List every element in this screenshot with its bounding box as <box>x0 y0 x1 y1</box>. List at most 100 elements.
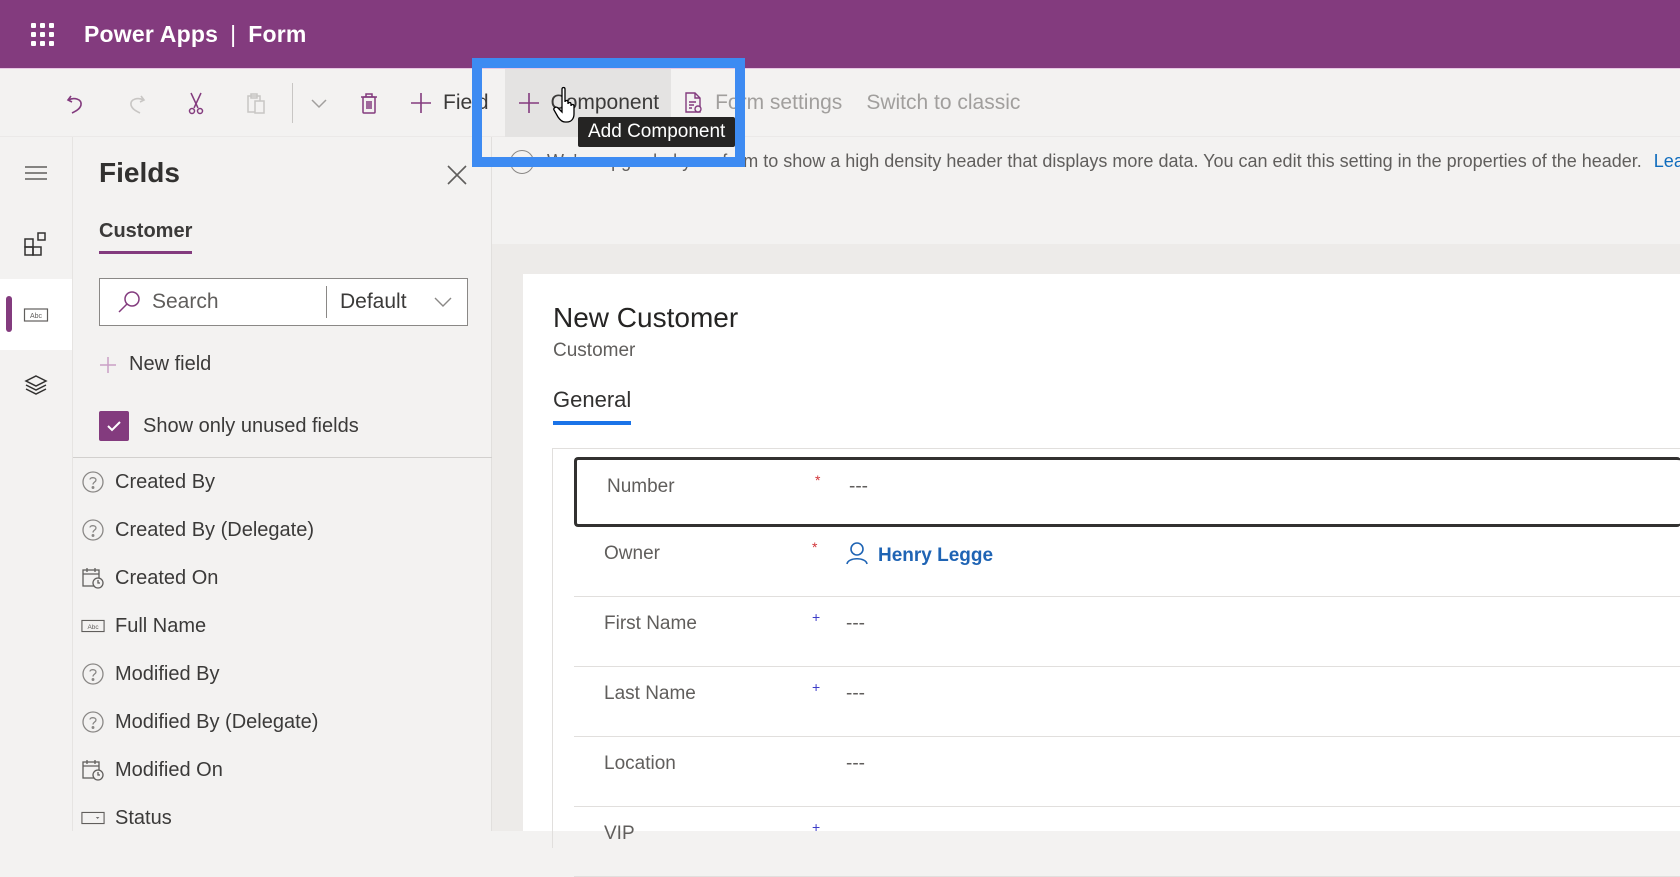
tab-customer[interactable]: Customer <box>99 220 193 254</box>
calendar-clock-icon <box>81 566 105 590</box>
layers-icon <box>24 374 48 395</box>
app-title: Power Apps | Form <box>84 21 307 48</box>
undo-button[interactable] <box>46 69 106 137</box>
redo-icon <box>130 95 146 114</box>
question-circle-icon <box>81 662 105 686</box>
switch-to-classic-label: Switch to classic <box>866 90 1021 114</box>
checkmark-icon <box>107 421 121 432</box>
page-name: Form <box>248 20 307 47</box>
field-list-item[interactable]: Modified On <box>73 746 492 794</box>
svg-text:Abc: Abc <box>30 313 43 320</box>
required-indicator: + <box>812 679 821 695</box>
field-list-item[interactable]: Created By (Delegate) <box>73 506 492 554</box>
title-separator: | <box>230 20 237 47</box>
cut-button[interactable] <box>166 69 226 137</box>
new-field-button[interactable]: New field <box>99 353 211 376</box>
delete-button[interactable] <box>339 69 399 137</box>
form-field-row[interactable]: Number * --- <box>574 457 1680 527</box>
field-list-item[interactable]: Modified By (Delegate) <box>73 698 492 746</box>
field-list-item[interactable]: Created By <box>73 458 492 506</box>
nav-tree-view[interactable] <box>0 350 72 421</box>
field-list-item-label: Status <box>115 806 172 829</box>
field-list-item[interactable]: Created On <box>73 554 492 602</box>
dropdown-field-icon <box>81 806 105 830</box>
notice-text: We've upgraded your form to show a high … <box>547 151 1642 171</box>
add-field-button[interactable]: Field <box>399 69 491 137</box>
search-icon <box>116 289 146 315</box>
toolbar-divider <box>292 82 293 123</box>
form-field-row[interactable]: VIP + <box>574 807 1680 877</box>
hand-cursor-icon <box>553 86 575 123</box>
field-list-item[interactable]: Modified By <box>73 650 492 698</box>
field-list-item-label: Modified By <box>115 662 220 685</box>
form-field-label: Location <box>604 753 676 774</box>
app-launcher-button[interactable] <box>0 0 84 69</box>
form-field-label: VIP <box>604 823 635 844</box>
components-icon <box>24 231 46 256</box>
trash-icon <box>361 92 377 114</box>
form-settings-label: Form settings <box>715 90 843 114</box>
filter-dropdown[interactable]: Default <box>327 290 467 314</box>
field-list: Created By Created By (Delegate) Created O… <box>73 458 492 842</box>
form-field-row[interactable]: Last Name + --- <box>574 667 1680 737</box>
owner-lookup-value[interactable]: Henry Legge <box>846 541 993 571</box>
redo-button[interactable] <box>106 69 166 137</box>
required-indicator: + <box>812 819 821 835</box>
show-unused-checkbox[interactable]: Show only unused fields <box>99 411 359 441</box>
form-field-value: --- <box>846 683 865 704</box>
form-title: New Customer <box>553 302 739 333</box>
question-circle-icon <box>81 470 105 494</box>
nav-fields[interactable]: Abc <box>0 279 72 350</box>
scissors-icon <box>188 92 204 114</box>
required-indicator: + <box>812 609 821 625</box>
notice-message: We've upgraded your form to show a high … <box>547 151 1680 172</box>
close-panel-button[interactable] <box>441 159 473 191</box>
switch-to-classic-button[interactable]: Switch to classic <box>854 69 1032 137</box>
text-field-icon: Abc <box>81 614 105 638</box>
command-bar: Field Component Form settings Switch to … <box>0 68 1680 137</box>
info-icon <box>510 150 534 174</box>
nav-menu-toggle[interactable] <box>0 137 72 208</box>
learn-more-link[interactable]: Lea <box>1654 151 1680 171</box>
tooltip: Add Component <box>578 117 736 147</box>
close-icon <box>447 165 467 185</box>
clipboard-icon <box>247 92 265 114</box>
required-indicator: * <box>812 539 818 555</box>
show-unused-label: Show only unused fields <box>143 414 359 437</box>
field-list-item-label: Full Name <box>115 614 207 637</box>
app-name: Power Apps <box>84 20 219 47</box>
chevron-down-icon <box>434 297 452 307</box>
app-header: Power Apps | Form <box>0 0 1680 69</box>
field-list-item-label: Modified By (Delegate) <box>115 710 319 733</box>
more-dropdown-button[interactable] <box>299 69 339 137</box>
form-field-row[interactable]: Location --- <box>574 737 1680 807</box>
form-entity: Customer <box>553 340 636 361</box>
undo-icon <box>66 95 82 114</box>
plus-icon <box>518 92 539 113</box>
form-field-row[interactable]: First Name + --- <box>574 597 1680 667</box>
question-circle-icon <box>81 710 105 734</box>
paste-button[interactable] <box>226 69 286 137</box>
owner-name: Henry Legge <box>878 545 994 566</box>
hamburger-icon <box>25 165 47 180</box>
fields-panel: Fields Customer Default New field Show o… <box>72 137 492 831</box>
text-field-icon: Abc <box>23 307 49 322</box>
field-list-item[interactable]: Status <box>73 794 492 842</box>
form-field-label: First Name <box>604 613 697 634</box>
field-list-item[interactable]: Abc Full Name <box>73 602 492 650</box>
form-field-value: --- <box>846 753 865 774</box>
new-field-label: New field <box>129 353 212 375</box>
waffle-icon <box>30 22 54 46</box>
filter-value: Default <box>340 290 407 313</box>
left-nav: Abc <box>0 137 72 831</box>
checkbox[interactable] <box>99 411 129 441</box>
form-field-value: --- <box>846 613 865 634</box>
nav-components[interactable] <box>0 208 72 279</box>
tab-general[interactable]: General <box>553 387 632 425</box>
field-list-item-label: Created By (Delegate) <box>115 518 314 541</box>
field-list-item-label: Created By <box>115 470 216 493</box>
form-field-row[interactable]: Owner * Henry Legge <box>574 527 1680 597</box>
search-input[interactable] <box>152 290 312 314</box>
form-card: New Customer Customer General Number * ---… <box>523 274 1680 877</box>
form-field-label: Owner <box>604 543 660 564</box>
